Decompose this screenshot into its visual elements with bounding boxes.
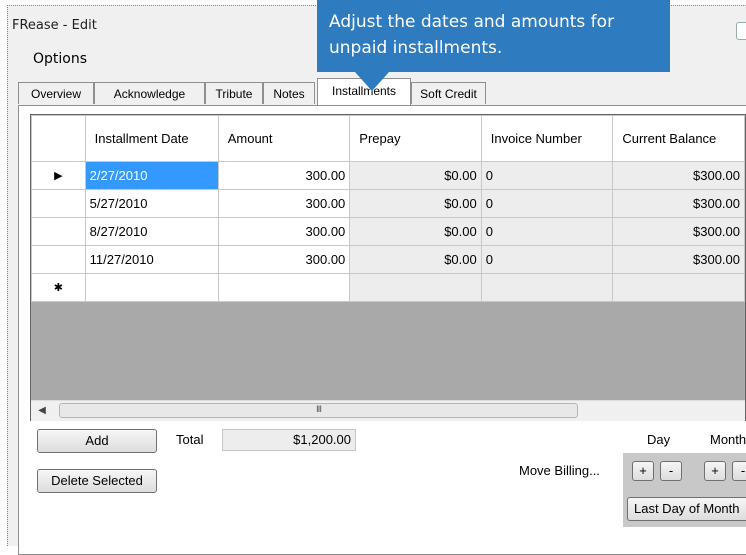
current-row-indicator-icon[interactable]: ▶ — [31, 161, 86, 190]
prepay-cell: $0.00 — [349, 245, 482, 274]
tab-tribute[interactable]: Tribute — [205, 82, 263, 104]
current-balance-cell: $300.00 — [612, 189, 745, 218]
invoice-number-cell: 0 — [480, 189, 614, 218]
window-control-button[interactable] — [736, 22, 746, 40]
move-billing-panel: + - + - Last Day of Month — [623, 453, 746, 527]
current-balance-cell: $300.00 — [612, 217, 745, 246]
column-header-amount[interactable]: Amount — [217, 115, 351, 162]
row-header[interactable] — [31, 245, 86, 274]
amount-cell[interactable]: 300.00 — [217, 245, 351, 274]
column-header-current-balance[interactable]: Current Balance — [612, 115, 745, 162]
current-balance-cell: $300.00 — [612, 245, 745, 274]
invoice-number-cell: 0 — [480, 217, 614, 246]
window-title: FRease - Edit — [12, 18, 97, 33]
move-billing-label: Move Billing... — [519, 463, 600, 478]
column-header-invoice-number[interactable]: Invoice Number — [480, 115, 614, 162]
tooltip-callout: Adjust the dates and amounts for unpaid … — [317, 0, 670, 72]
table-row[interactable]: 8/27/2010 300.00 $0.00 0 $300.00 — [31, 217, 745, 246]
invoice-number-cell: 0 — [480, 245, 614, 274]
table-row[interactable]: 5/27/2010 300.00 $0.00 0 $300.00 — [31, 189, 745, 218]
new-installment-date-cell[interactable] — [84, 273, 219, 302]
column-header-prepay[interactable]: Prepay — [349, 115, 482, 162]
tab-notes[interactable]: Notes — [263, 82, 315, 104]
prepay-cell: $0.00 — [349, 161, 482, 190]
new-invoice-number-cell — [480, 273, 614, 302]
day-minus-button[interactable]: - — [660, 461, 682, 481]
column-header-installment-date[interactable]: Installment Date — [84, 115, 219, 162]
callout-pointer-icon — [355, 72, 389, 91]
amount-cell[interactable]: 300.00 — [217, 161, 351, 190]
installment-date-cell[interactable]: 2/27/2010 — [84, 161, 219, 190]
new-prepay-cell — [349, 273, 482, 302]
last-day-of-month-button[interactable]: Last Day of Month — [627, 497, 746, 521]
tab-soft-credit[interactable]: Soft Credit — [411, 82, 486, 104]
grid-corner-header — [31, 115, 86, 162]
installment-date-cell[interactable]: 5/27/2010 — [84, 189, 219, 218]
add-button[interactable]: Add — [37, 429, 157, 453]
row-header[interactable] — [31, 217, 86, 246]
prepay-cell: $0.00 — [349, 189, 482, 218]
month-plus-button[interactable]: + — [704, 461, 726, 481]
options-menu[interactable]: Options — [33, 51, 87, 67]
amount-cell[interactable]: 300.00 — [217, 189, 351, 218]
invoice-number-cell: 0 — [480, 161, 614, 190]
row-header[interactable] — [31, 189, 86, 218]
horizontal-scrollbar[interactable]: ◀ III — [31, 400, 745, 421]
delete-selected-button[interactable]: Delete Selected — [37, 469, 157, 493]
new-row[interactable]: ✱ — [31, 273, 745, 302]
new-row-asterisk-icon[interactable]: ✱ — [31, 273, 86, 302]
prepay-cell: $0.00 — [349, 217, 482, 246]
tab-acknowledge[interactable]: Acknowledge — [94, 82, 205, 104]
total-value-field: $1,200.00 — [222, 429, 356, 451]
total-label: Total — [176, 432, 204, 447]
day-plus-button[interactable]: + — [632, 461, 654, 481]
day-label: Day — [647, 432, 671, 447]
month-minus-button[interactable]: - — [732, 461, 746, 481]
installments-grid: Installment Date Amount Prepay Invoice N… — [30, 114, 746, 421]
installment-date-cell[interactable]: 11/27/2010 — [84, 245, 219, 274]
amount-cell[interactable]: 300.00 — [217, 217, 351, 246]
grid-header-row: Installment Date Amount Prepay Invoice N… — [31, 115, 745, 162]
new-current-balance-cell — [612, 273, 745, 302]
installment-date-cell[interactable]: 8/27/2010 — [84, 217, 219, 246]
scroll-left-arrow-icon[interactable]: ◀ — [33, 401, 51, 421]
current-balance-cell: $300.00 — [612, 161, 745, 190]
scrollbar-thumb[interactable]: III — [59, 403, 578, 418]
new-amount-cell[interactable] — [217, 273, 351, 302]
tab-overview[interactable]: Overview — [18, 82, 94, 104]
table-row[interactable]: ▶ 2/27/2010 300.00 $0.00 0 $300.00 — [31, 161, 745, 190]
month-label: Month — [710, 432, 746, 447]
table-row[interactable]: 11/27/2010 300.00 $0.00 0 $300.00 — [31, 245, 745, 274]
